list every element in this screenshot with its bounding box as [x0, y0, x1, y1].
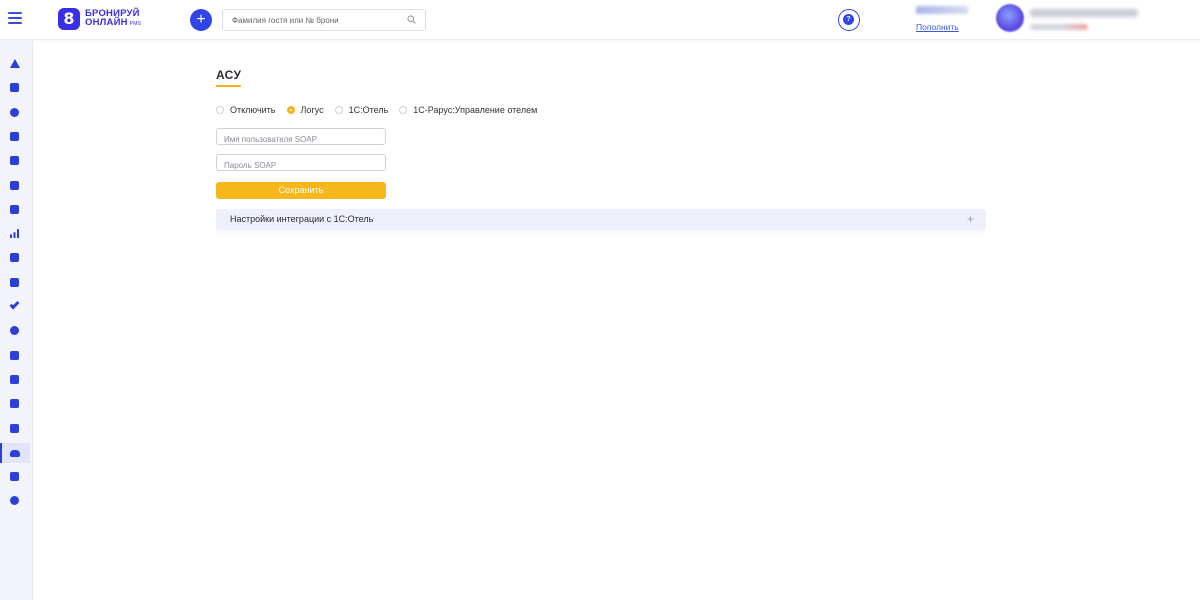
search-input[interactable]: [223, 10, 403, 31]
sidebar-item-tasks[interactable]: [0, 127, 30, 147]
hamburger-menu-icon[interactable]: [8, 12, 22, 26]
radio-option[interactable]: 1С-Рарус:Управление отелем: [399, 105, 537, 115]
radio-option[interactable]: Логус: [286, 105, 324, 115]
sidebar-item-stack[interactable]: [0, 200, 30, 220]
checklist-icon: [10, 253, 19, 263]
database-icon: [10, 399, 19, 409]
radio-label: 1С-Рарус:Управление отелем: [413, 105, 538, 115]
sidebar-item-wallet[interactable]: [0, 370, 30, 390]
user-icon: [10, 107, 19, 117]
sidebar-item-checklist[interactable]: [0, 248, 30, 268]
logo-suffix: PMS: [129, 21, 142, 27]
sidebar-item-database[interactable]: [0, 394, 30, 414]
logo[interactable]: 8 БРОНИРУЙ ОНЛАЙН PMS: [58, 8, 141, 30]
person-icon: [10, 496, 19, 506]
cloud-icon: [10, 449, 20, 457]
soap-password-input[interactable]: [217, 158, 385, 173]
sidebar-item-megaphone[interactable]: [0, 467, 30, 487]
top-bar: 8 БРОНИРУЙ ОНЛАЙНPMS + ? Пополнить: [0, 0, 1200, 40]
expand-plus-icon[interactable]: +: [967, 212, 974, 226]
help-icon: ?: [843, 14, 854, 25]
rocket-icon: [10, 277, 19, 287]
soap-username-input[interactable]: [217, 132, 385, 147]
mail-icon: [10, 350, 19, 360]
sidebar-item-calendar[interactable]: [0, 78, 30, 98]
sidebar-item-gear[interactable]: [0, 321, 30, 341]
sidebar-item-bar-chart[interactable]: [0, 224, 30, 244]
search-icon[interactable]: [407, 15, 416, 24]
folder-icon: [10, 180, 19, 190]
user-profile[interactable]: [996, 4, 1146, 32]
username-field: [216, 128, 386, 147]
sidebar-item-check[interactable]: [0, 297, 30, 317]
add-booking-button[interactable]: +: [190, 9, 212, 31]
radio-option[interactable]: Отключить: [216, 105, 276, 115]
accordion-title: Настройки интеграции с 1С:Отель: [230, 214, 374, 224]
radio-option[interactable]: 1С:Отель: [334, 105, 389, 115]
sidebar-item-rocket[interactable]: [0, 273, 30, 293]
logo-text: БРОНИРУЙ ОНЛАЙН PMS: [85, 9, 141, 29]
accordion-shadow: [216, 230, 986, 235]
calendar-icon: [10, 83, 19, 93]
integration-settings-accordion[interactable]: Настройки интеграции с 1С:Отель +: [216, 209, 986, 230]
sidebar-item-badge[interactable]: [0, 419, 30, 439]
radio-unchecked-icon[interactable]: [216, 106, 224, 114]
check-icon: [9, 299, 20, 310]
sidebar-item-mail[interactable]: [0, 346, 30, 366]
sidebar-item-user[interactable]: [0, 103, 30, 123]
sidebar-item-cloud[interactable]: [0, 442, 30, 463]
radio-label: Отключить: [230, 105, 276, 115]
integration-radio-group: Отключить Логус 1С:Отель 1С-Рарус:Управлени…: [216, 103, 986, 117]
logo-line-2: ОНЛАЙН: [85, 17, 128, 28]
topup-link[interactable]: Пополнить: [916, 22, 968, 32]
radio-label: 1С:Отель: [348, 105, 389, 115]
tasks-icon: [10, 131, 19, 141]
tag-icon: [10, 156, 19, 166]
main-content: АСУ Отключить Логус 1С:Отель 1С-Рарус:Управ…: [216, 66, 986, 235]
help-button[interactable]: ?: [838, 9, 860, 31]
radio-label: Логус: [300, 105, 324, 115]
sidebar-item-tag[interactable]: [0, 151, 30, 171]
gear-icon: [10, 326, 19, 336]
balance-amount-blurred: [916, 6, 968, 14]
badge-icon: [10, 423, 19, 433]
sidebar-item-person[interactable]: [0, 491, 30, 511]
radio-unchecked-icon[interactable]: [334, 106, 343, 114]
sidebar: [0, 40, 33, 600]
logo-mark: 8: [58, 8, 80, 30]
radio-unchecked-icon[interactable]: [399, 106, 408, 114]
sidebar-item-folder[interactable]: [0, 176, 30, 196]
avatar: [996, 4, 1024, 32]
megaphone-icon: [10, 472, 19, 482]
user-name-blurred: [1030, 9, 1138, 17]
balance-block: Пополнить: [916, 6, 968, 32]
radio-checked-icon[interactable]: [286, 106, 295, 114]
dashboard-icon: [10, 59, 20, 68]
wallet-icon: [10, 374, 19, 384]
password-field: [216, 154, 386, 173]
search-box: [222, 9, 426, 31]
bar-chart-icon: [10, 229, 19, 239]
save-button[interactable]: Сохранить: [216, 182, 386, 199]
sidebar-item-dashboard[interactable]: [0, 54, 30, 74]
page-title: АСУ: [216, 68, 242, 87]
user-status-blurred: [1030, 24, 1088, 30]
stack-icon: [10, 204, 19, 214]
